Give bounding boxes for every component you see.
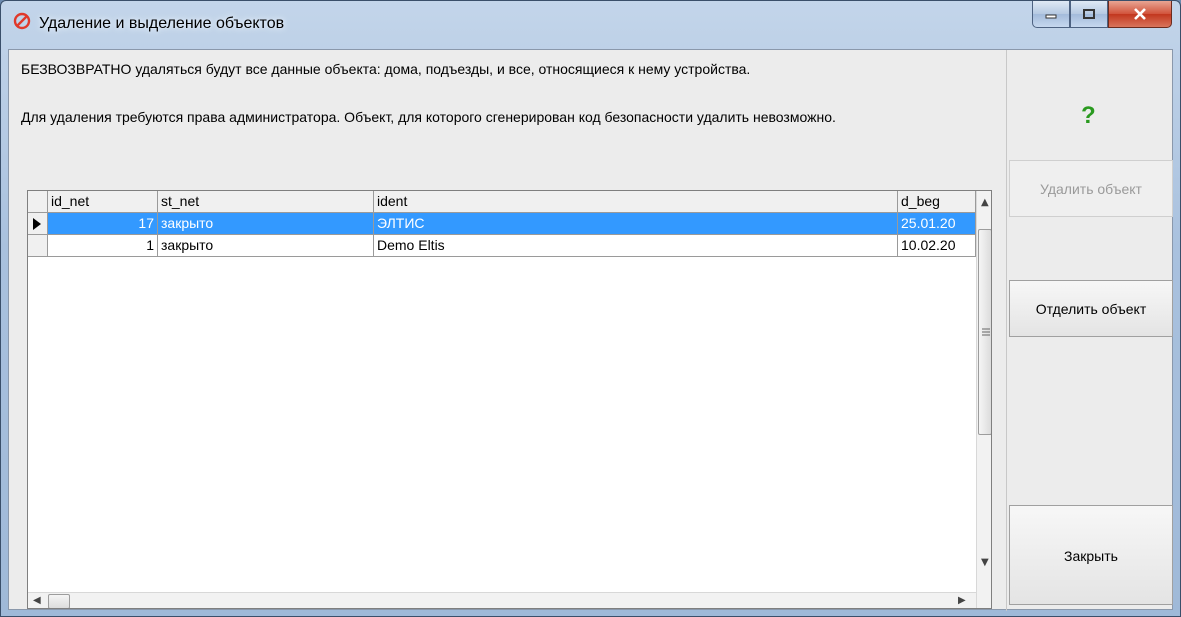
minimize-button[interactable]	[1032, 1, 1070, 28]
admin-rights-text: Для удаления требуются права администрат…	[21, 109, 836, 125]
current-row-indicator	[28, 213, 48, 235]
minimize-icon	[1045, 14, 1057, 19]
close-button[interactable]: Закрыть	[1009, 505, 1173, 605]
scroll-right-icon[interactable]: ▶	[958, 595, 966, 606]
horizontal-scrollbar[interactable]: ◀ ▶	[28, 592, 976, 608]
cell-st-net[interactable]: закрыто	[158, 235, 374, 257]
column-header-ident[interactable]: ident	[374, 191, 898, 213]
cell-id-net[interactable]: 1	[48, 235, 158, 257]
column-header-id-net[interactable]: id_net	[48, 191, 158, 213]
horizontal-scroll-thumb[interactable]	[48, 594, 70, 608]
objects-grid[interactable]: id_net st_net ident d_beg 17 закрыто ЭЛТ…	[27, 190, 992, 609]
maximize-icon	[1083, 9, 1095, 19]
header-indicator	[28, 191, 48, 213]
maximize-button[interactable]	[1070, 1, 1108, 28]
vertical-scrollbar[interactable]: ▲ ▼	[976, 191, 991, 608]
dialog-window: Удаление и выделение объектов БЕЗВОЗВРАТ…	[0, 0, 1181, 617]
scroll-left-icon[interactable]: ◀	[33, 595, 41, 606]
row-pointer-icon	[33, 218, 41, 230]
window-title: Удаление и выделение объектов	[39, 15, 285, 32]
help-icon[interactable]: ?	[1081, 102, 1096, 130]
dialog-body: БЕЗВОЗВРАТНО удаляться будут все данные …	[8, 49, 1175, 611]
grid-header: id_net st_net ident d_beg	[28, 191, 991, 213]
close-icon	[1134, 8, 1146, 20]
no-entry-icon	[13, 12, 31, 30]
scroll-up-icon[interactable]: ▲	[981, 197, 989, 208]
row-indicator	[28, 235, 48, 257]
cell-ident[interactable]: Demo Eltis	[374, 235, 898, 257]
scroll-down-icon[interactable]: ▼	[981, 557, 989, 568]
column-header-st-net[interactable]: st_net	[158, 191, 374, 213]
vertical-scroll-thumb[interactable]	[978, 229, 991, 435]
title-bar[interactable]: Удаление и выделение объектов	[1, 1, 1180, 49]
cell-d-beg[interactable]: 10.02.20	[898, 235, 976, 257]
cell-ident[interactable]: ЭЛТИС	[374, 213, 898, 235]
delete-object-button[interactable]: Удалить объект	[1009, 160, 1173, 217]
cell-st-net[interactable]: закрыто	[158, 213, 374, 235]
column-header-d-beg[interactable]: d_beg	[898, 191, 976, 213]
close-window-button[interactable]	[1108, 1, 1172, 28]
cell-id-net[interactable]: 17	[48, 213, 158, 235]
grip-icon	[982, 328, 990, 336]
cell-d-beg[interactable]: 25.01.20	[898, 213, 976, 235]
separate-object-button[interactable]: Отделить объект	[1009, 280, 1173, 337]
warning-text: БЕЗВОЗВРАТНО удаляться будут все данные …	[21, 61, 751, 77]
action-panel: ? Удалить объект Отделить объект Закрыть	[1006, 50, 1175, 611]
